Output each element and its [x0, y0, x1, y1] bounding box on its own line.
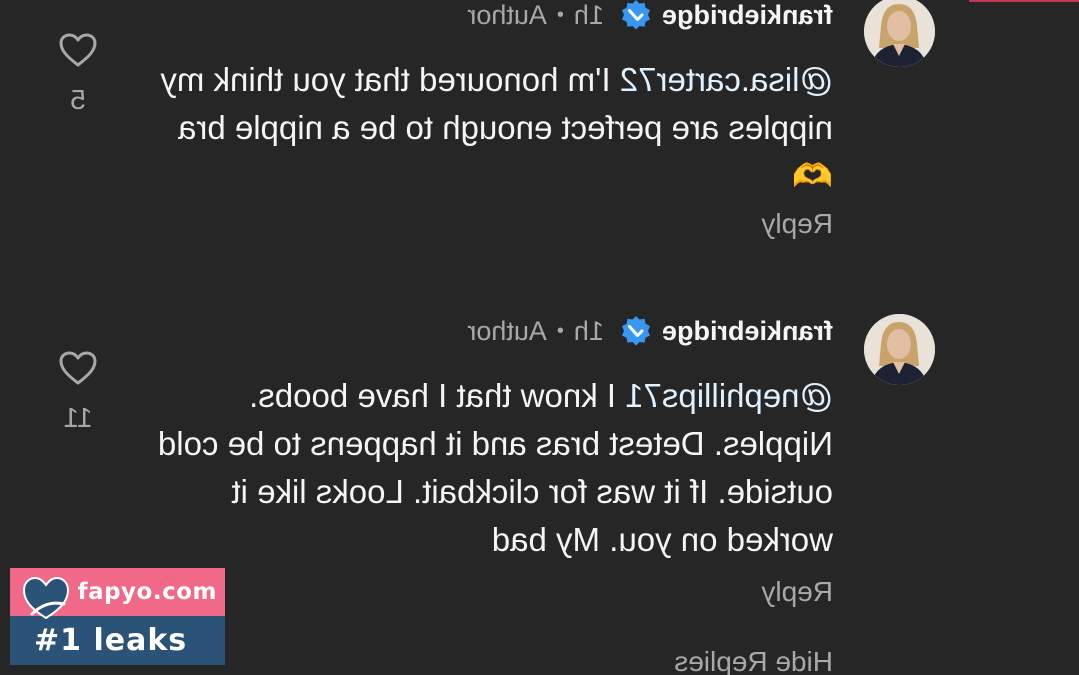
verified-badge-icon	[620, 315, 652, 347]
mention-link[interactable]: @nephillips71	[625, 377, 833, 414]
hide-replies-button[interactable]: Hide Replies	[674, 646, 833, 675]
reply-button[interactable]: Reply	[761, 576, 833, 608]
timestamp: 1h	[573, 315, 604, 346]
comment-text: @nephillips71 I know that I have boobs. …	[143, 372, 833, 564]
avatar[interactable]	[864, 314, 935, 385]
heart-outline-icon[interactable]	[58, 350, 98, 386]
like-control: 11	[48, 350, 108, 434]
separator-dot: •	[556, 319, 564, 342]
comment-header: frankiebridge 1h • Author	[467, 316, 833, 346]
like-count: 11	[63, 402, 93, 433]
author-label: Author	[467, 315, 547, 346]
username[interactable]: frankiebridge	[662, 316, 833, 347]
watermark: fapyo.com #1 leaks	[10, 568, 225, 665]
heart-logo-icon	[22, 576, 70, 620]
